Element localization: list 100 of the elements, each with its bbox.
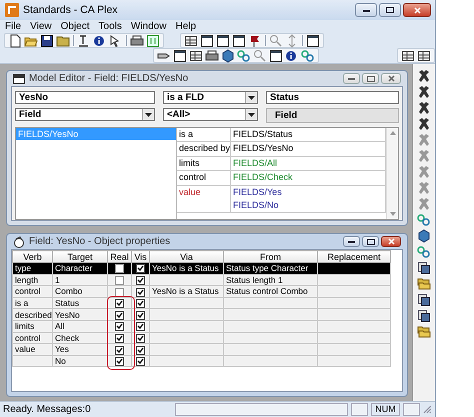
table-cell: All (55, 321, 64, 332)
grid-icon[interactable] (401, 48, 415, 62)
link-icon[interactable] (417, 213, 431, 227)
table-row[interactable]: described YesNo (12, 308, 390, 320)
menu-item[interactable]: Window (130, 21, 166, 32)
page-stack-icon[interactable] (417, 261, 431, 275)
grid-icon[interactable] (189, 48, 204, 62)
table-cell: value (15, 344, 36, 354)
menu-item[interactable]: Tools (98, 21, 122, 32)
table-row[interactable]: is a Status (12, 297, 390, 309)
close-button[interactable] (381, 236, 401, 247)
checkbox[interactable] (136, 299, 145, 308)
maximize-button[interactable] (362, 236, 379, 247)
maximize-button[interactable] (379, 3, 401, 17)
close-icon (414, 6, 420, 14)
window-icon[interactable] (200, 34, 214, 48)
table-cell: Status control Combo (226, 286, 308, 296)
table-cell: 1 (55, 274, 60, 285)
table-cell: YesNo (55, 310, 80, 320)
maximize-icon (366, 76, 374, 82)
menu-item[interactable]: Help (175, 21, 196, 32)
link-icon[interactable] (301, 48, 316, 62)
column-header[interactable]: Vis (132, 250, 150, 262)
checkbox[interactable] (115, 322, 124, 332)
table-row[interactable]: value Yes (12, 344, 390, 356)
table-cell: Status type Character (226, 263, 308, 274)
table-row[interactable]: limits All (12, 320, 390, 332)
checkbox[interactable] (136, 322, 145, 332)
table-cell: Yes (55, 344, 69, 354)
maximize-icon (386, 7, 394, 13)
window-title: Model Editor - Field: FIELDS/YesNo (29, 73, 190, 84)
scroll-up-icon[interactable] (390, 131, 396, 135)
close-button[interactable] (403, 3, 431, 17)
checkbox[interactable] (115, 264, 124, 274)
table-cell: control (15, 286, 41, 296)
status-message: Ready. Messages:0 (3, 404, 92, 415)
window-icon (13, 74, 25, 84)
checkbox[interactable] (115, 334, 124, 343)
column-header[interactable]: Verb (12, 250, 52, 262)
checkbox[interactable] (136, 288, 145, 297)
table-cell: length (15, 274, 38, 285)
link-icon[interactable] (417, 245, 431, 259)
close-icon (388, 75, 394, 82)
column-header[interactable]: Target (52, 250, 108, 262)
window-icon[interactable] (173, 48, 188, 62)
checkbox[interactable] (115, 357, 124, 366)
minimize-button[interactable] (343, 236, 360, 247)
checkbox[interactable] (136, 310, 145, 320)
checkbox[interactable] (136, 357, 145, 366)
menu-item[interactable]: View (30, 21, 52, 32)
cube-icon[interactable] (417, 229, 431, 243)
resize-grip-icon[interactable] (423, 405, 432, 414)
checkbox[interactable] (115, 299, 124, 308)
menu-item[interactable]: Object (60, 21, 90, 32)
column-header[interactable]: From (224, 250, 318, 262)
info-icon[interactable] (93, 34, 107, 48)
grid-icon[interactable] (184, 34, 198, 48)
column-header[interactable]: Real (108, 250, 132, 262)
table-row[interactable]: length 1 Status length 1 (12, 274, 390, 286)
table-cell: YesNo is a Status (152, 286, 219, 296)
column-header[interactable]: Replacement (318, 250, 390, 262)
printer-icon[interactable] (205, 48, 220, 62)
folders-icon[interactable] (417, 325, 431, 339)
checkbox[interactable] (136, 334, 145, 343)
verb-cell: value (177, 186, 231, 199)
window-icon[interactable] (216, 34, 230, 48)
window-icon[interactable] (232, 34, 246, 48)
window-icon[interactable] (269, 48, 284, 62)
column-header[interactable]: Via (150, 250, 224, 262)
scroll-down-icon[interactable] (390, 212, 396, 216)
status-panel (402, 403, 420, 416)
maximize-icon (366, 238, 374, 244)
table-cell: limits (15, 321, 34, 332)
table-row[interactable]: control Combo YesNo is a Status Status control Combo (12, 286, 390, 298)
menu-item[interactable]: File (5, 21, 22, 32)
folders-icon[interactable] (417, 277, 431, 291)
checkbox[interactable] (136, 276, 145, 286)
checkbox[interactable] (115, 276, 124, 286)
minimize-button[interactable] (355, 3, 377, 17)
minimize-icon (362, 8, 370, 12)
link-icon[interactable] (237, 48, 252, 62)
printer-icon[interactable] (130, 34, 144, 48)
grid-icon[interactable] (417, 48, 431, 62)
page-stack-icon[interactable] (417, 293, 431, 307)
checkbox[interactable] (115, 346, 124, 355)
checkbox[interactable] (115, 288, 124, 297)
checkbox[interactable] (136, 264, 145, 274)
num-lock-indicator: NUM (371, 403, 400, 416)
scrollbar[interactable] (386, 128, 398, 219)
page-stack-icon[interactable] (417, 309, 431, 323)
table-row[interactable]: No (12, 355, 390, 367)
save-icon[interactable] (40, 34, 54, 48)
window-icon[interactable] (306, 34, 320, 48)
flag-icon[interactable] (248, 34, 262, 48)
table-row[interactable]: control Check (12, 332, 390, 344)
table-row[interactable]: type Character YesNo is a Status Status type Character (12, 262, 390, 274)
minimize-icon (348, 77, 355, 80)
checkbox[interactable] (136, 346, 145, 355)
verb-cell: described by (177, 142, 231, 156)
checkbox[interactable] (115, 310, 124, 320)
